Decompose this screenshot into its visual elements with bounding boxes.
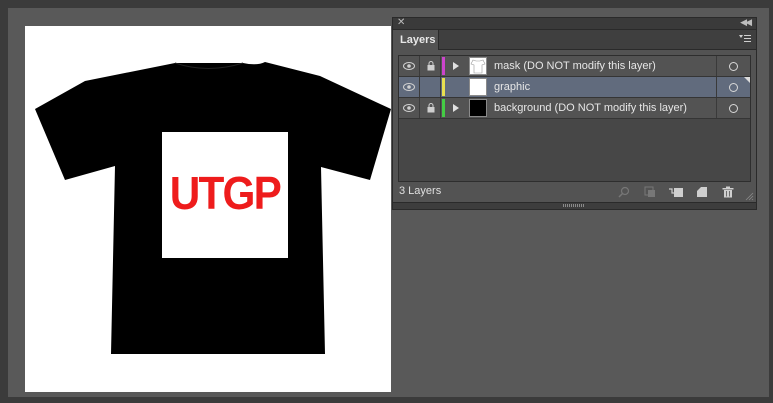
eye-icon xyxy=(403,104,415,112)
panel-bottom-bar[interactable] xyxy=(393,202,756,209)
lock-toggle[interactable] xyxy=(421,77,441,97)
layer-color-bar xyxy=(442,99,445,117)
eye-icon xyxy=(403,62,415,70)
new-layer-icon[interactable] xyxy=(694,185,710,199)
selection-indicator xyxy=(744,77,750,83)
lock-toggle[interactable] xyxy=(421,98,441,118)
lock-toggle[interactable] xyxy=(421,56,441,76)
panel-footer: 3 Layers xyxy=(393,182,756,202)
visibility-toggle[interactable] xyxy=(399,56,420,76)
layer-thumbnail xyxy=(469,57,487,75)
footer-toolbar xyxy=(616,185,736,199)
layer-count: 3 Layers xyxy=(399,185,442,197)
close-icon[interactable]: ✕ xyxy=(397,17,405,28)
target-toggle[interactable] xyxy=(716,77,750,97)
artboard[interactable]: UTGP xyxy=(25,26,391,392)
layer-name[interactable]: graphic xyxy=(494,81,530,93)
target-toggle[interactable] xyxy=(716,56,750,76)
target-circle-icon xyxy=(729,82,738,92)
drag-handle-icon[interactable] xyxy=(563,204,585,207)
layer-name[interactable]: mask (DO NOT modify this layer) xyxy=(494,60,656,72)
layer-row-background[interactable]: background (DO NOT modify this layer) xyxy=(399,98,750,119)
double-chevron-left-icon[interactable]: ◀◀ xyxy=(740,17,752,28)
layer-name[interactable]: background (DO NOT modify this layer) xyxy=(494,102,687,114)
graphic-placeholder[interactable]: UTGP xyxy=(162,132,288,258)
workspace: UTGP ✕ ◀◀ Layers mask (DO NOT modify thi… xyxy=(8,8,769,397)
layers-panel: ✕ ◀◀ Layers mask (DO NOT modify this lay… xyxy=(392,17,757,210)
visibility-toggle[interactable] xyxy=(399,77,420,97)
new-sublayer-icon[interactable] xyxy=(668,185,684,199)
target-circle-icon xyxy=(729,103,738,113)
eye-icon xyxy=(403,83,415,91)
target-toggle[interactable] xyxy=(716,98,750,118)
layer-row-mask[interactable]: mask (DO NOT modify this layer) xyxy=(399,56,750,77)
graphic-text: UTGP xyxy=(169,167,282,219)
lock-icon xyxy=(427,103,434,113)
layers-list: mask (DO NOT modify this layer) graphic xyxy=(398,55,751,182)
panel-tabbar: Layers xyxy=(393,30,756,50)
tab-layers[interactable]: Layers xyxy=(393,30,439,50)
layer-color-bar xyxy=(442,57,445,75)
expand-arrow-icon[interactable] xyxy=(451,60,461,72)
panel-titlebar[interactable]: ✕ ◀◀ xyxy=(393,17,756,30)
layer-color-bar xyxy=(442,78,445,96)
delete-layer-icon[interactable] xyxy=(720,185,736,199)
lock-icon xyxy=(427,61,434,71)
target-circle-icon xyxy=(729,61,738,71)
visibility-toggle[interactable] xyxy=(399,98,420,118)
layer-thumbnail xyxy=(469,99,487,117)
make-clipping-mask-icon[interactable] xyxy=(642,185,658,199)
resize-grip-icon[interactable] xyxy=(744,191,754,201)
panel-menu-icon[interactable] xyxy=(739,34,751,44)
expand-arrow-icon[interactable] xyxy=(451,102,461,114)
layer-row-graphic[interactable]: graphic xyxy=(399,77,750,98)
layer-thumbnail xyxy=(469,78,487,96)
locate-object-icon[interactable] xyxy=(616,185,632,199)
